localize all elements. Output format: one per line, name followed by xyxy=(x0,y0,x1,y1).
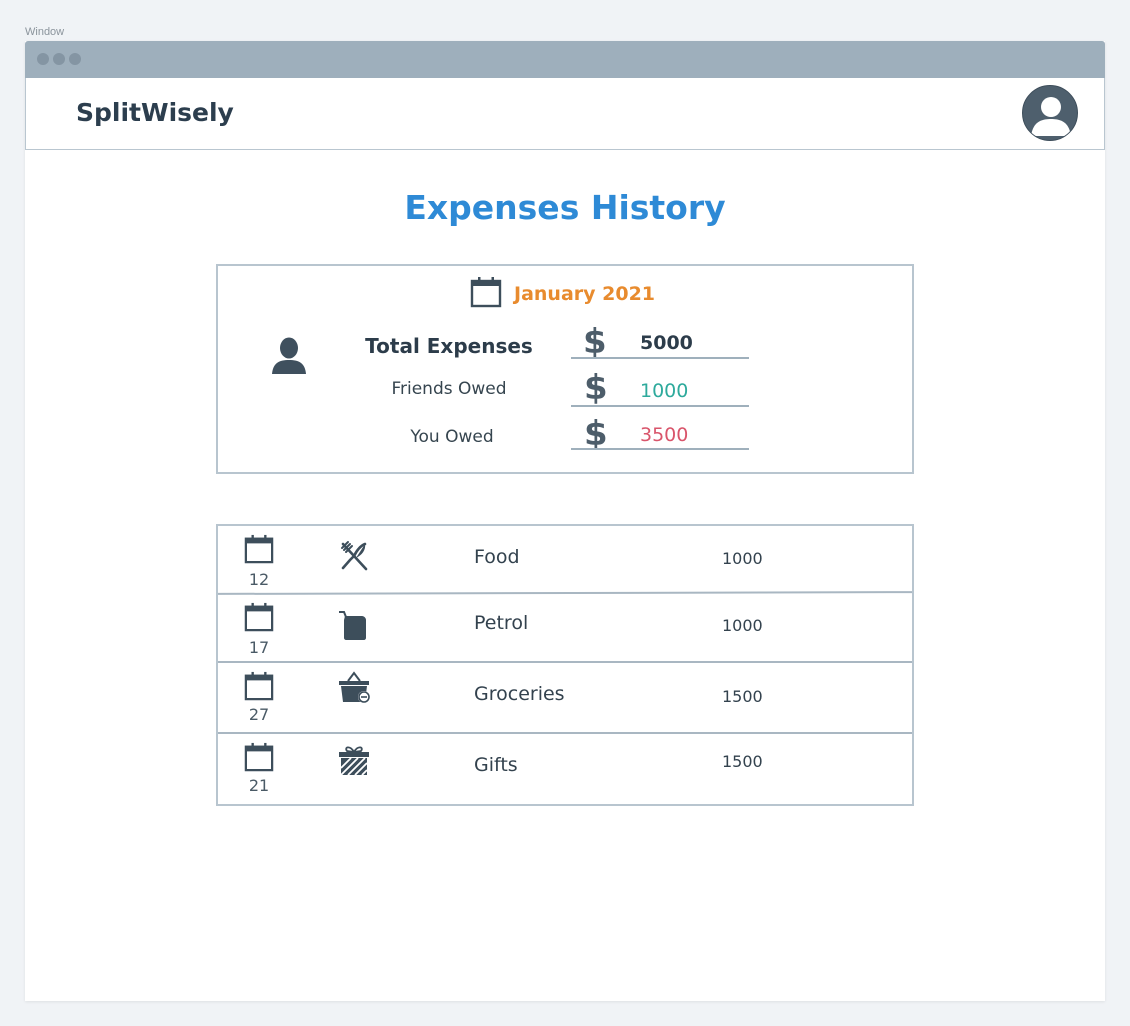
calendar-icon xyxy=(244,671,274,705)
person-icon xyxy=(271,336,307,380)
calendar-icon xyxy=(244,742,274,776)
expense-category: Petrol xyxy=(474,612,529,634)
expense-day: 27 xyxy=(248,705,270,724)
list-item[interactable]: 27 Groceries 1500 xyxy=(218,663,912,731)
expense-amount: 1000 xyxy=(722,616,763,635)
you-owed-label: You Owed xyxy=(410,427,494,447)
expense-day: 12 xyxy=(248,570,270,589)
gift-icon xyxy=(338,744,370,780)
calendar-icon xyxy=(244,602,274,636)
dollar-icon: $ xyxy=(583,322,607,362)
expense-amount: 1000 xyxy=(722,549,763,568)
window-titlebar[interactable] xyxy=(25,41,1105,78)
expense-amount: 1500 xyxy=(722,752,763,771)
window-minimize-dot[interactable] xyxy=(53,53,65,65)
brand-logo[interactable]: SplitWisely xyxy=(76,98,234,127)
window-close-dot[interactable] xyxy=(37,53,49,65)
expense-category: Food xyxy=(474,546,520,568)
expense-day: 17 xyxy=(248,638,270,657)
window-maximize-dot[interactable] xyxy=(69,53,81,65)
window-label: Window xyxy=(25,26,65,38)
expense-amount: 1500 xyxy=(722,687,763,706)
expense-day: 21 xyxy=(248,776,270,795)
list-item[interactable]: 12 Food 1000 xyxy=(218,526,912,594)
user-avatar-icon[interactable] xyxy=(1022,85,1078,141)
friends-owed-value: 1000 xyxy=(640,380,689,402)
calendar-icon xyxy=(244,534,274,568)
app-window: SplitWisely Expenses History January 202… xyxy=(25,41,1105,1001)
expense-category: Gifts xyxy=(474,754,518,776)
total-expenses-value: 5000 xyxy=(640,332,693,354)
dollar-icon: $ xyxy=(584,368,608,408)
basket-icon xyxy=(338,671,372,709)
total-expenses-label: Total Expenses xyxy=(365,334,533,358)
fuel-can-icon xyxy=(338,610,370,646)
friends-owed-label: Friends Owed xyxy=(391,379,507,399)
divider xyxy=(571,448,749,450)
expense-list: 12 Food 1000 17 Petrol 1000 27 Groceries… xyxy=(216,524,914,806)
divider xyxy=(571,357,749,359)
fork-knife-icon xyxy=(338,540,370,576)
month-label: January 2021 xyxy=(514,283,656,305)
page-title: Expenses History xyxy=(404,188,726,227)
you-owed-value: 3500 xyxy=(640,424,689,446)
divider xyxy=(571,405,749,407)
list-item[interactable]: 17 Petrol 1000 xyxy=(218,594,912,662)
calendar-icon xyxy=(470,276,502,312)
expense-category: Groceries xyxy=(474,683,565,705)
summary-card: January 2021 Total Expenses $ 5000 Frien… xyxy=(216,264,914,474)
app-header: SplitWisely xyxy=(25,78,1105,150)
list-item[interactable]: 21 Gifts 1500 xyxy=(218,734,912,802)
